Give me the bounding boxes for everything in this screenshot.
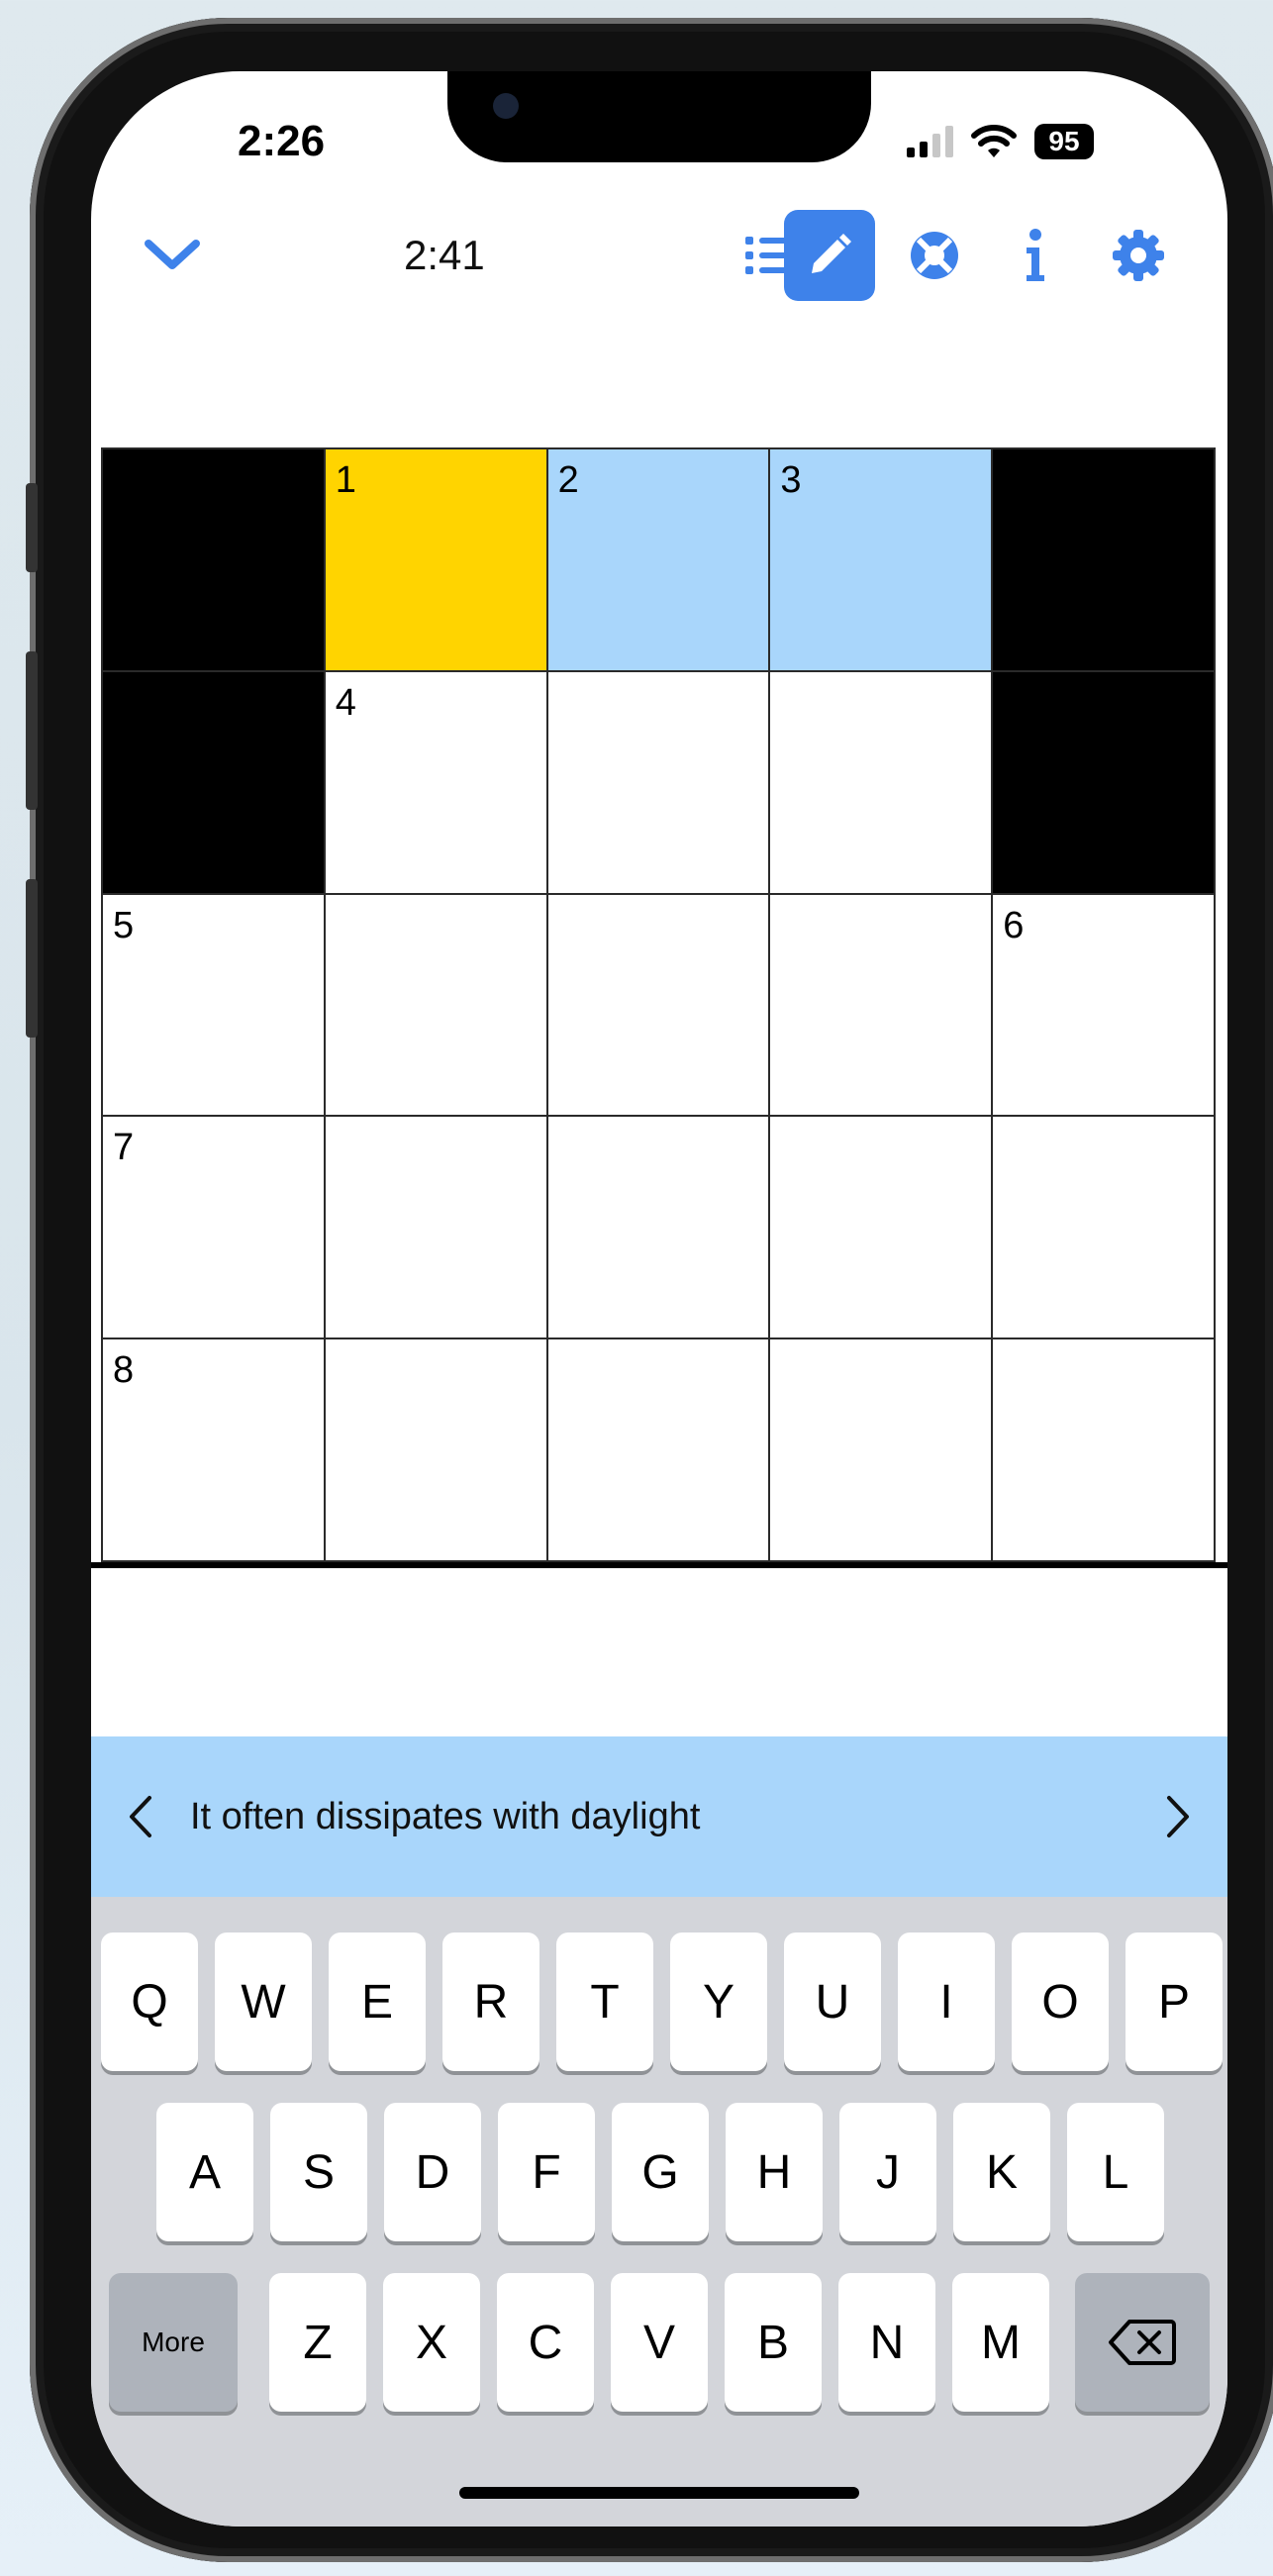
wifi-icon	[971, 125, 1017, 157]
key-s[interactable]: S	[270, 2103, 367, 2241]
key-p[interactable]: P	[1126, 1932, 1223, 2071]
key-y[interactable]: Y	[670, 1932, 767, 2071]
grid-cell[interactable]: 3	[770, 449, 992, 670]
grid-cell[interactable]	[547, 1117, 769, 1338]
crossword-grid: 1 2 3 4 5 6 7 8	[101, 447, 1216, 1562]
key-c[interactable]: C	[497, 2273, 594, 2412]
clue-number: 8	[113, 1349, 135, 1392]
key-n[interactable]: N	[838, 2273, 935, 2412]
key-r[interactable]: R	[442, 1932, 539, 2071]
keyboard-row-3: More Z X C V B N M	[91, 2273, 1227, 2412]
help-lifebuoy-icon[interactable]	[889, 210, 980, 301]
next-clue-icon[interactable]	[1128, 1736, 1227, 1897]
mute-switch	[26, 483, 38, 572]
key-e[interactable]: E	[329, 1932, 426, 2071]
black-cell	[993, 449, 1214, 670]
key-u[interactable]: U	[784, 1932, 881, 2071]
grid-divider	[91, 1562, 1227, 1568]
grid-cell[interactable]: 2	[547, 449, 769, 670]
status-icons: 95	[907, 117, 1094, 166]
grid-cell[interactable]	[547, 671, 769, 893]
key-q[interactable]: Q	[101, 1932, 198, 2071]
more-key[interactable]: More	[109, 2273, 238, 2412]
key-i[interactable]: I	[898, 1932, 995, 2071]
front-camera	[493, 93, 519, 119]
key-d[interactable]: D	[384, 2103, 481, 2241]
grid-cell[interactable]	[325, 894, 546, 1116]
black-cell	[993, 671, 1214, 893]
grid-cell[interactable]	[770, 894, 992, 1116]
clue-number: 7	[113, 1127, 135, 1169]
grid-cell[interactable]	[770, 1339, 992, 1560]
clue-number: 6	[1003, 904, 1025, 946]
chevron-down-icon[interactable]	[143, 230, 202, 279]
volume-up-button	[26, 651, 38, 810]
grid-cell[interactable]	[325, 1339, 546, 1560]
grid-cell[interactable]: 4	[325, 671, 546, 893]
key-g[interactable]: G	[612, 2103, 709, 2241]
grid-cell[interactable]: 8	[103, 1339, 324, 1560]
key-f[interactable]: F	[498, 2103, 595, 2241]
signal-icon	[907, 126, 953, 157]
grid-cell[interactable]: 7	[103, 1117, 324, 1338]
key-k[interactable]: K	[953, 2103, 1050, 2241]
key-m[interactable]: M	[952, 2273, 1049, 2412]
grid-cell[interactable]: 6	[993, 894, 1214, 1116]
grid-cell[interactable]	[770, 1117, 992, 1338]
info-icon[interactable]	[990, 210, 1081, 301]
gear-icon[interactable]	[1093, 210, 1184, 301]
key-j[interactable]: J	[839, 2103, 936, 2241]
key-b[interactable]: B	[725, 2273, 822, 2412]
backspace-key[interactable]	[1075, 2273, 1210, 2412]
grid-cell[interactable]	[547, 894, 769, 1116]
clue-bar[interactable]: It often dissipates with daylight	[91, 1736, 1227, 1897]
key-z[interactable]: Z	[269, 2273, 366, 2412]
clue-number: 1	[335, 459, 356, 501]
key-h[interactable]: H	[726, 2103, 823, 2241]
black-cell	[103, 671, 324, 893]
key-x[interactable]: X	[383, 2273, 480, 2412]
home-indicator[interactable]	[459, 2487, 859, 2499]
key-l[interactable]: L	[1067, 2103, 1164, 2241]
grid-cell[interactable]	[325, 1117, 546, 1338]
grid-cell[interactable]	[547, 1339, 769, 1560]
clue-number: 3	[780, 459, 802, 501]
black-cell	[103, 449, 324, 670]
grid-cell[interactable]: 5	[103, 894, 324, 1116]
phone-screen: 2:26 95 2:41 1 2 3 4 5 6 7 8 It often di…	[91, 71, 1227, 2526]
key-a[interactable]: A	[156, 2103, 253, 2241]
keyboard: Q W E R T Y U I O P A S D F G H J K L More Z X C V B N M	[91, 1897, 1227, 2526]
pencil-icon[interactable]	[784, 210, 875, 301]
grid-cell[interactable]	[993, 1339, 1214, 1560]
previous-clue-icon[interactable]	[91, 1736, 190, 1897]
notch	[447, 71, 871, 162]
clue-number: 5	[113, 904, 135, 946]
key-v[interactable]: V	[611, 2273, 708, 2412]
clue-text: It often dissipates with daylight	[190, 1795, 701, 1837]
keyboard-row-2: ASDFGHJKL	[91, 2103, 1227, 2241]
clue-number: 4	[335, 681, 356, 724]
key-o[interactable]: O	[1012, 1932, 1109, 2071]
status-time: 2:26	[238, 117, 326, 165]
keyboard-row-1: QWERTYUIOP	[91, 1932, 1227, 2071]
puzzle-timer: 2:41	[404, 232, 485, 278]
grid-cell[interactable]: 1	[325, 449, 546, 670]
grid-cell[interactable]	[770, 671, 992, 893]
key-t[interactable]: T	[556, 1932, 653, 2071]
key-w[interactable]: W	[215, 1932, 312, 2071]
backspace-icon	[1109, 2320, 1176, 2365]
volume-down-button	[26, 879, 38, 1038]
battery-icon: 95	[1034, 124, 1094, 159]
clue-number: 2	[557, 459, 579, 501]
grid-cell[interactable]	[993, 1117, 1214, 1338]
toolbar: 2:41	[91, 200, 1227, 309]
